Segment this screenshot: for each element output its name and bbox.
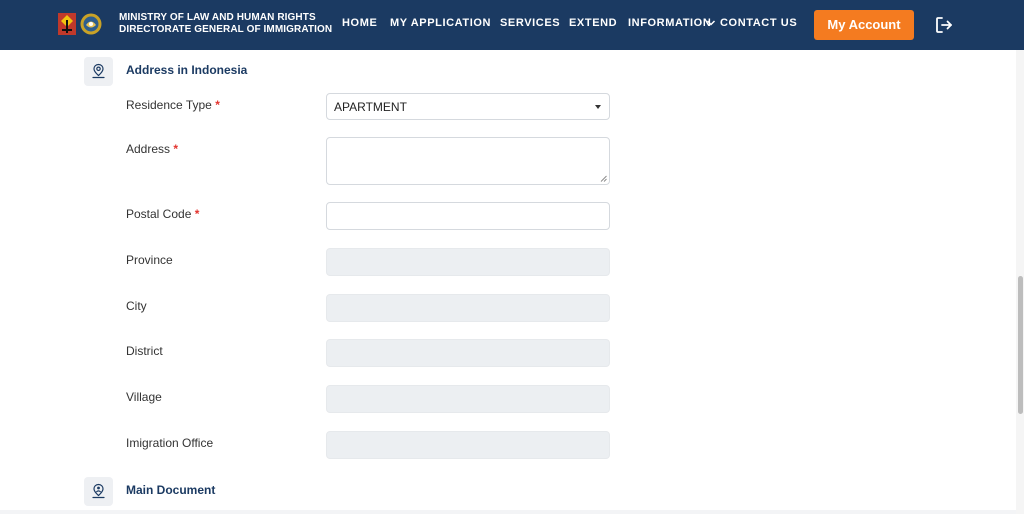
- postal-code-input[interactable]: [326, 202, 610, 230]
- label-postal-code: Postal Code *: [126, 207, 199, 221]
- ministry-name: MINISTRY OF LAW AND HUMAN RIGHTS DIRECTO…: [119, 12, 332, 36]
- nav-home[interactable]: HOME: [342, 17, 377, 29]
- address-textarea[interactable]: [326, 137, 610, 185]
- label-immigration-office-text: Imigration Office: [126, 436, 214, 450]
- dropdown-caret-icon: [595, 105, 601, 109]
- province-input: [326, 248, 610, 276]
- label-residence-type: Residence Type *: [126, 98, 220, 112]
- content-bottom-edge: [0, 510, 1016, 514]
- section-title-main-document: Main Document: [126, 483, 216, 497]
- required-mark: *: [194, 207, 200, 221]
- immigration-logo-icon: [80, 13, 102, 35]
- chevron-down-icon[interactable]: [706, 18, 716, 28]
- nav-services[interactable]: SERVICES: [500, 17, 560, 29]
- top-navbar: MINISTRY OF LAW AND HUMAN RIGHTS DIRECTO…: [0, 0, 1024, 50]
- district-input: [326, 339, 610, 367]
- section-title-address: Address in Indonesia: [126, 63, 248, 77]
- label-immigration-office: Imigration Office: [126, 436, 213, 450]
- required-mark: *: [215, 98, 220, 112]
- label-city: City: [126, 299, 147, 313]
- nav-information[interactable]: INFORMATION: [628, 17, 711, 29]
- required-mark: *: [173, 142, 179, 156]
- nav-my-application[interactable]: MY APPLICATION: [390, 17, 491, 29]
- label-address: Address *: [126, 142, 178, 156]
- ministry-line-2: DIRECTORATE GENERAL OF IMMIGRATION: [119, 24, 333, 35]
- label-address-text: Address: [126, 142, 171, 156]
- address-section-icon-box: [84, 57, 113, 86]
- immigration-office-input: [326, 431, 610, 459]
- label-residence-type-text: Residence Type: [126, 98, 212, 112]
- my-account-button[interactable]: My Account: [814, 10, 914, 40]
- nav-contact-us[interactable]: CONTACT US: [720, 17, 797, 29]
- label-province-text: Province: [126, 253, 173, 267]
- resize-handle-icon[interactable]: [600, 175, 607, 182]
- page-scrollbar-thumb[interactable]: [1018, 276, 1023, 414]
- residence-type-value: APARTMENT: [334, 100, 407, 114]
- label-city-text: City: [126, 299, 147, 313]
- label-postal-code-text: Postal Code: [126, 207, 192, 221]
- ministry-logo-icon: [56, 11, 78, 37]
- city-input: [326, 294, 610, 322]
- village-input: [326, 385, 610, 413]
- label-village-text: Village: [126, 390, 162, 404]
- label-district: District: [126, 344, 163, 358]
- logo-group[interactable]: [56, 11, 104, 37]
- label-village: Village: [126, 390, 162, 404]
- logout-icon[interactable]: [934, 15, 954, 35]
- residence-type-select[interactable]: APARTMENT: [326, 93, 610, 120]
- location-pin-icon: [92, 63, 105, 79]
- user-pin-icon: [92, 483, 105, 499]
- main-document-section-icon-box: [84, 477, 113, 506]
- ministry-line-1: MINISTRY OF LAW AND HUMAN RIGHTS: [119, 12, 316, 23]
- label-province: Province: [126, 253, 173, 267]
- label-district-text: District: [126, 344, 163, 358]
- nav-extend[interactable]: EXTEND: [569, 17, 617, 29]
